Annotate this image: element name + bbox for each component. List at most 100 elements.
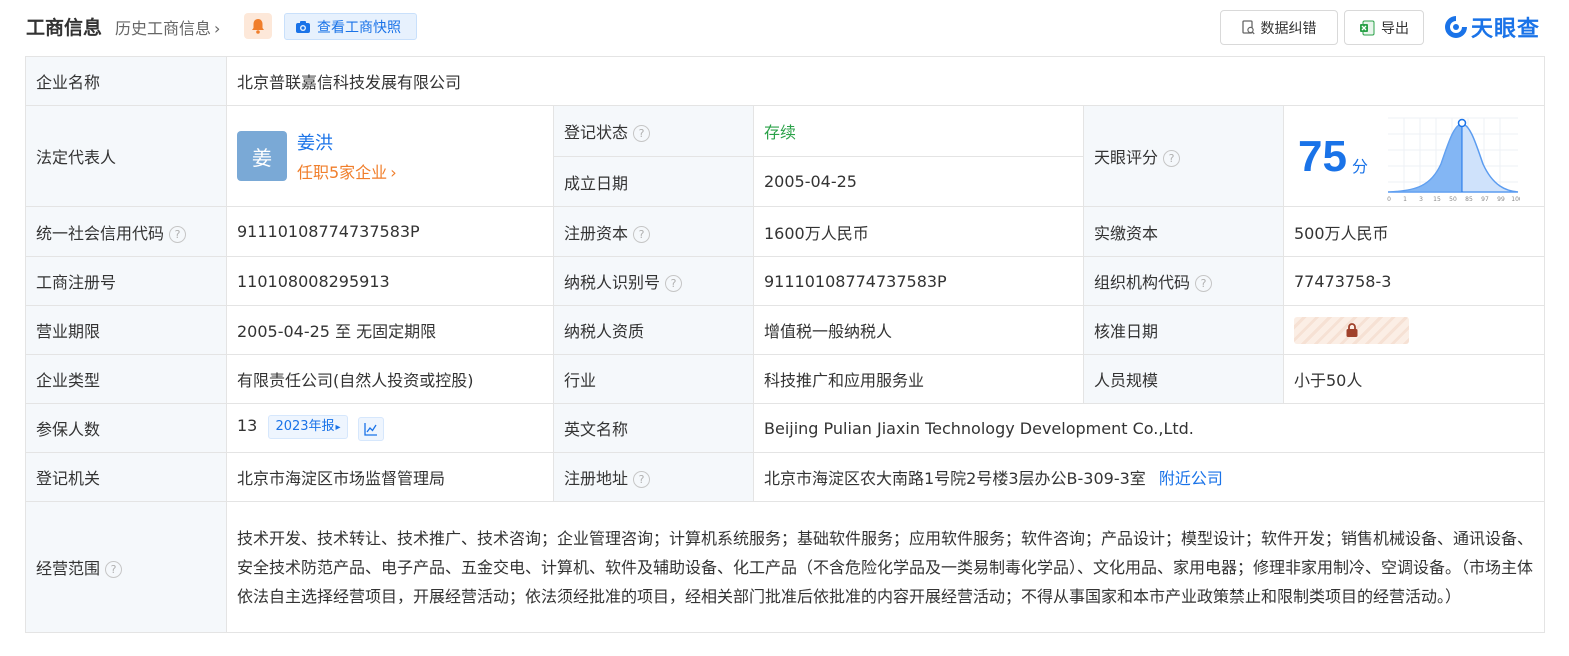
- data-correction-label: 数据纠错: [1260, 20, 1317, 37]
- score-axis-tick: 100: [1511, 196, 1520, 202]
- english-name-value: Beijing Pulian Jiaxin Technology Develop…: [752, 403, 1546, 453]
- locked-content-button[interactable]: [1294, 316, 1409, 344]
- reg-authority-label: 登记机关: [25, 452, 227, 502]
- scope-label-cell: 经营范围?: [25, 501, 227, 633]
- reg-status-label-cell: 登记状态?: [553, 105, 754, 157]
- help-icon[interactable]: ?: [633, 471, 651, 488]
- table-row: 企业类型 有限责任公司(自然人投资或控股) 行业 科技推广和应用服务业 人员规模…: [25, 354, 1546, 404]
- org-code-label-cell: 组织机构代码?: [1083, 256, 1284, 306]
- annual-report-tag[interactable]: 2023年报▸: [268, 415, 348, 439]
- table-row: 登记机关 北京市海淀区市场监督管理局 注册地址? 北京市海淀区农大南路1号院2号…: [25, 452, 1546, 502]
- legal-rep-cell: 姜 姜洪 任职5家企业 ›: [226, 105, 554, 207]
- history-info-label: 历史工商信息: [115, 19, 212, 38]
- status-badge: 存续: [764, 123, 797, 142]
- industry-value: 科技推广和应用服务业: [753, 354, 1084, 404]
- company-name-label: 企业名称: [25, 56, 227, 106]
- industry-label: 行业: [553, 354, 754, 404]
- score-axis-tick: 1: [1403, 196, 1407, 202]
- staff-size-label: 人员规模: [1083, 354, 1284, 404]
- section-title: 工商信息: [26, 17, 103, 39]
- monitor-bell-button[interactable]: [244, 13, 272, 39]
- reg-address-value: 北京市海淀区农大南路1号院2号楼3层办公B-309-3室: [764, 469, 1146, 488]
- history-info-link[interactable]: 历史工商信息 ›: [115, 15, 220, 39]
- reg-status-value: 存续: [753, 105, 1084, 157]
- reg-status-label: 登记状态: [564, 123, 629, 142]
- business-term-value: 2005-04-25 至 无固定期限: [226, 305, 554, 355]
- reg-capital-label: 注册资本: [564, 223, 629, 243]
- score-axis-tick: 97: [1481, 196, 1489, 202]
- help-icon[interactable]: ?: [633, 225, 651, 243]
- taxpayer-qual-label: 纳税人资质: [553, 305, 754, 355]
- taxpayer-id-label-cell: 纳税人识别号?: [553, 256, 754, 306]
- score-axis-tick: 50: [1449, 196, 1457, 202]
- taxpayer-id-value: 91110108774737583P: [753, 256, 1084, 306]
- approval-date-value: [1282, 305, 1546, 355]
- help-icon[interactable]: ?: [105, 561, 123, 578]
- help-icon[interactable]: ?: [1195, 275, 1213, 292]
- tianyancha-logo: 天眼查: [1443, 12, 1540, 42]
- score-cell[interactable]: 75 分 0 1 3 15 50 85 97 99 100: [1282, 105, 1546, 207]
- table-row: 营业期限 2005-04-25 至 无固定期限 纳税人资质 增值税一般纳税人 核…: [25, 305, 1546, 355]
- taxpayer-id-label: 纳税人识别号: [564, 273, 661, 292]
- score-axis-tick: 3: [1419, 196, 1423, 202]
- avatar[interactable]: 姜: [237, 131, 287, 181]
- legal-rep-label: 法定代表人: [25, 105, 227, 207]
- chevron-right-icon: ›: [390, 163, 397, 182]
- bell-icon: [252, 19, 264, 34]
- play-arrow-icon: ▸: [335, 422, 341, 433]
- reg-number-label: 工商注册号: [25, 256, 227, 306]
- legal-rep-name[interactable]: 姜洪: [297, 129, 397, 155]
- insured-label: 参保人数: [25, 403, 227, 453]
- business-info-table: 企业名称 北京普联嘉信科技发展有限公司 法定代表人 姜 姜洪 任职5家企业 › 登…: [25, 56, 1546, 633]
- nearby-companies-link[interactable]: 附近公司: [1159, 469, 1223, 488]
- help-icon[interactable]: ?: [665, 275, 683, 292]
- reg-number-value: 110108008295913: [226, 256, 554, 306]
- org-code-value: 77473758-3: [1282, 256, 1546, 306]
- score-axis-tick: 15: [1433, 196, 1441, 202]
- table-row: 统一社会信用代码? 91110108774737583P 注册资本? 1600万…: [25, 206, 1546, 257]
- table-row: 工商注册号 110108008295913 纳税人识别号? 9111010877…: [25, 256, 1546, 306]
- view-snapshot-button[interactable]: 查看工商快照: [284, 13, 417, 40]
- paid-capital-value: 500万人民币: [1282, 206, 1546, 257]
- lock-icon: [1346, 323, 1357, 337]
- score-axis-tick: 0: [1387, 196, 1391, 202]
- annual-report-label: 2023年报: [275, 419, 335, 434]
- table-row: 参保人数 13 2023年报▸ 英文名称 Beijing Pulian Jiax…: [25, 403, 1546, 453]
- data-correction-button[interactable]: 数据纠错: [1220, 10, 1338, 45]
- score-axis-tick: 99: [1497, 196, 1505, 202]
- approval-date-label: 核准日期: [1083, 305, 1284, 355]
- help-icon[interactable]: ?: [169, 225, 187, 243]
- table-row: 企业名称 北京普联嘉信科技发展有限公司: [25, 56, 1546, 106]
- org-code-label: 组织机构代码: [1094, 273, 1191, 292]
- trend-chart-button[interactable]: [357, 417, 384, 441]
- score-label: 天眼评分: [1094, 148, 1159, 167]
- score-label-cell: 天眼评分?: [1083, 105, 1284, 207]
- score-value: 75: [1298, 132, 1347, 181]
- score-axis-tick: 85: [1465, 196, 1473, 202]
- legal-rep-companies-link[interactable]: 任职5家企业 ›: [297, 159, 397, 183]
- reg-authority-value: 北京市海淀区市场监督管理局: [226, 452, 554, 502]
- business-term-label: 营业期限: [25, 305, 227, 355]
- company-type-value: 有限责任公司(自然人投资或控股): [226, 354, 554, 404]
- reg-address-label-cell: 注册地址?: [553, 452, 754, 502]
- view-snapshot-label: 查看工商快照: [317, 19, 401, 36]
- reg-capital-label-cell: 注册资本?: [553, 206, 754, 257]
- english-name-label: 英文名称: [553, 403, 754, 453]
- help-icon[interactable]: ?: [633, 125, 651, 142]
- excel-icon: [1360, 20, 1375, 35]
- section-header: 工商信息 历史工商信息 › 查看工商快照 数据纠错 导出 天眼查: [0, 0, 1569, 52]
- scope-label: 经营范围: [36, 559, 101, 578]
- taxpayer-qual-value: 增值税一般纳税人: [753, 305, 1084, 355]
- help-icon[interactable]: ?: [1163, 150, 1181, 167]
- est-date-label: 成立日期: [553, 156, 754, 207]
- reg-address-cell: 北京市海淀区农大南路1号院2号楼3层办公B-309-3室 附近公司: [752, 452, 1546, 502]
- score-unit: 分: [1352, 157, 1369, 176]
- chevron-right-icon: ›: [214, 19, 221, 38]
- score-distribution-chart: 0 1 3 15 50 85 97 99 100: [1387, 117, 1520, 202]
- credit-code-value: 91110108774737583P: [226, 206, 554, 257]
- table-row: 法定代表人 姜 姜洪 任职5家企业› 登记状态? 存续 天眼评分? 75 分: [25, 105, 1546, 207]
- company-name-value: 北京普联嘉信科技发展有限公司: [225, 56, 1546, 106]
- export-button[interactable]: 导出: [1344, 10, 1424, 45]
- staff-size-value: 小于50人: [1282, 354, 1546, 404]
- credit-code-label: 统一社会信用代码: [36, 223, 165, 243]
